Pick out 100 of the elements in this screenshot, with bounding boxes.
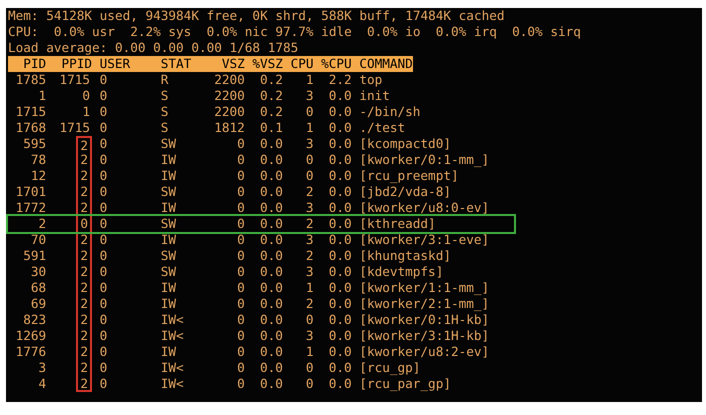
- table-cell: 0: [306, 312, 314, 327]
- table-cell: 0.0: [328, 200, 352, 215]
- table-cell: 0.0: [260, 280, 283, 295]
- table-cell: 591: [23, 248, 46, 263]
- table-cell: R: [160, 72, 168, 87]
- table-cell: 2: [76, 168, 92, 184]
- table-cell: 0: [100, 280, 108, 295]
- table-cell-text: 1715: [58, 120, 92, 136]
- table-cell: 0: [100, 200, 108, 215]
- table-cell: IW<: [160, 312, 184, 327]
- table-cell: 1785: [16, 72, 46, 87]
- table-cell: 2: [76, 376, 92, 392]
- table-cell: 2: [76, 328, 92, 344]
- table-cell: SW: [160, 136, 176, 151]
- table-cell-text: 1: [81, 104, 92, 120]
- table-cell: 0: [237, 232, 245, 247]
- table-cell: 0: [100, 136, 108, 151]
- table-cell: [kworker/0:1-mm_]: [359, 152, 490, 167]
- table-cell: 0.2: [260, 104, 283, 119]
- table-cell: SW: [160, 184, 176, 199]
- table-cell: 0: [237, 296, 245, 311]
- table-cell: 2: [76, 136, 92, 152]
- table-cell: [kcompactd0]: [359, 136, 451, 151]
- table-cell: [rcu_par_gp]: [359, 376, 451, 391]
- table-cell: 0: [237, 344, 245, 359]
- table-cell: 0: [237, 312, 245, 327]
- table-cell: 0.1: [260, 120, 283, 135]
- table-cell: IW: [160, 168, 176, 183]
- table-cell: 2: [306, 216, 314, 231]
- table-cell: 4: [38, 376, 46, 391]
- table-cell: 595: [23, 136, 46, 151]
- column-header: CPU: [290, 56, 314, 71]
- table-cell: 0: [306, 152, 314, 167]
- table-cell: IW<: [160, 360, 184, 375]
- table-cell: init: [359, 88, 390, 103]
- table-cell: [rcu_gp]: [359, 360, 420, 375]
- table-cell: 0: [237, 184, 245, 199]
- table-cell: 1776: [16, 344, 46, 359]
- table-cell: 0: [100, 264, 108, 279]
- table-cell: 0: [100, 248, 108, 263]
- table-cell: 78: [30, 152, 46, 167]
- table-cell: [jbd2/vda-8]: [359, 184, 451, 199]
- table-cell: S: [160, 104, 168, 119]
- table-cell: 0.0: [260, 168, 283, 183]
- table-cell: 0: [237, 136, 245, 151]
- column-header: PPID: [61, 56, 92, 71]
- table-cell: 0.0: [260, 200, 283, 215]
- table-cell: 0.0: [260, 376, 283, 391]
- table-cell: IW: [160, 280, 176, 295]
- table-cell: 0.0: [328, 360, 352, 375]
- table-cell: 0: [237, 152, 245, 167]
- table-cell: 3: [306, 136, 314, 151]
- table-cell: IW: [160, 232, 176, 247]
- table-cell: 2: [76, 344, 92, 360]
- table-cell: 2: [306, 296, 314, 311]
- table-cell: [kdevtmpfs]: [359, 264, 444, 279]
- table-cell: 0: [237, 200, 245, 215]
- table-cell: 2: [76, 296, 92, 312]
- table-cell: 2: [76, 312, 92, 328]
- column-header: STAT: [160, 56, 192, 71]
- table-cell: 0.0: [328, 264, 352, 279]
- table-cell: 1269: [16, 328, 46, 343]
- table-cell: 0: [237, 168, 245, 183]
- table-cell: 0.0: [328, 248, 352, 263]
- column-header: USER: [100, 56, 130, 71]
- table-cell: 0: [100, 104, 108, 119]
- table-cell: 0: [100, 120, 108, 135]
- table-cell: 0.0: [328, 120, 352, 135]
- table-cell: 2.2: [328, 72, 352, 87]
- table-cell: ./test: [359, 120, 406, 135]
- table-cell: 2: [76, 248, 92, 264]
- table-cell: 0: [237, 248, 245, 263]
- table-cell: 0: [237, 264, 245, 279]
- table-cell: S: [160, 88, 168, 103]
- table-cell: 3: [306, 264, 314, 279]
- table-cell: [khungtaskd]: [359, 248, 451, 263]
- table-cell: 0: [100, 216, 108, 231]
- table-cell: 3: [306, 200, 314, 215]
- table-cell: 0: [100, 360, 108, 375]
- table-cell: IW<: [160, 376, 184, 391]
- table-cell: 2: [38, 216, 46, 231]
- column-header: %CPU: [321, 56, 352, 71]
- table-cell: 0: [306, 168, 314, 183]
- table-cell: 2: [306, 184, 314, 199]
- table-cell-text: 0: [81, 88, 92, 104]
- table-cell: 2: [76, 152, 92, 168]
- table-cell: 0: [237, 360, 245, 375]
- summary-line: Mem: 54128K used, 943984K free, 0K shrd, 588K buff, 17484K cached: [8, 8, 505, 24]
- table-cell: 0.2: [260, 72, 283, 87]
- table-cell: 2: [76, 360, 92, 376]
- table-cell: 1701: [16, 184, 46, 199]
- table-cell: 1715: [16, 104, 46, 119]
- table-cell: 30: [30, 264, 46, 279]
- table-cell: 1: [306, 344, 314, 359]
- table-cell: 0: [100, 88, 108, 103]
- table-cell: 0.0: [328, 216, 352, 231]
- table-cell: top: [359, 72, 382, 87]
- table-cell: 0.0: [328, 104, 352, 119]
- table-cell: 0.0: [260, 312, 283, 327]
- table-cell: 2: [76, 232, 92, 248]
